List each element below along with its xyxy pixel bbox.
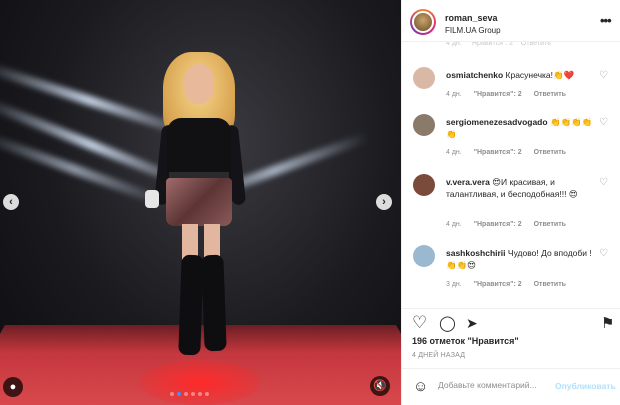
post-media[interactable]: ‹ › ● 🔇 <box>0 0 401 405</box>
comment-text: sashkoshchirii Чудово! До вподоби !👏👏😍 <box>446 247 594 271</box>
avatar[interactable] <box>413 174 435 196</box>
post-author-subtitle[interactable]: FILM.UA Group <box>445 26 501 35</box>
next-slide-button[interactable]: › <box>376 194 392 210</box>
comment-username[interactable]: v.vera.vera <box>446 177 490 187</box>
stage-floor-glow <box>140 360 260 405</box>
post-header: roman_seva FILM.UA Group ••• <box>402 0 620 42</box>
comment-text: sergiomenezesadvogado 👏👏👏👏👏 <box>446 116 594 140</box>
avatar[interactable] <box>413 67 435 89</box>
performer-top <box>167 118 231 180</box>
like-icon[interactable]: ♡ <box>412 313 427 333</box>
comment-meta: 4 дн. "Нравится": 2 Ответить <box>446 149 576 156</box>
comment-username[interactable]: osmiatchenko <box>446 70 503 80</box>
reply-button[interactable]: Ответить <box>534 149 566 156</box>
carousel-dot <box>205 392 209 396</box>
like-comment-icon[interactable]: ♡ <box>599 70 608 81</box>
performer-boot <box>178 254 204 356</box>
microphone <box>145 190 159 208</box>
comment-text: osmiatchenko Красунечка!👏❤️ <box>446 69 594 81</box>
carousel-dots <box>170 392 209 396</box>
share-icon[interactable]: ➤ <box>466 315 478 332</box>
comment-time[interactable]: 4 дн. <box>446 91 462 98</box>
comments-list: 4 дн. "Нравится": 2 Ответить osmiatchenk… <box>402 42 620 308</box>
post-sidebar: roman_seva FILM.UA Group ••• 4 дн. "Нрав… <box>401 0 620 405</box>
reply-button[interactable]: Ответить <box>534 91 566 98</box>
carousel-dot <box>198 392 202 396</box>
comment-time[interactable]: 3 дн. <box>446 281 462 288</box>
previous-slide-button[interactable]: ‹ <box>3 194 19 210</box>
like-comment-icon[interactable]: ♡ <box>599 117 608 128</box>
comment-username[interactable]: sashkoshchirii <box>446 248 506 258</box>
emoji-icon[interactable]: ☺ <box>413 378 428 395</box>
comment-meta: 3 дн. "Нравится": 2 Ответить <box>446 281 576 288</box>
likes-count[interactable]: 196 отметок "Нравится" <box>412 336 519 346</box>
like-comment-icon[interactable]: ♡ <box>599 177 608 188</box>
post-time-ago[interactable]: 4 ДНЕЙ НАЗАД <box>412 352 465 359</box>
comment-username[interactable]: sergiomenezesadvogado <box>446 117 548 127</box>
comment-likes[interactable]: "Нравится": 2 <box>474 91 522 98</box>
comment-time[interactable]: 4 дн. <box>446 221 462 228</box>
add-comment-bar: ☺ Опубликовать <box>402 368 620 405</box>
comment-icon[interactable]: ◯ <box>439 314 456 332</box>
comment-meta: 4 дн. "Нравится": 2 Ответить <box>446 91 576 98</box>
comment-content: Красунечка!👏❤️ <box>505 70 575 80</box>
comment-time[interactable]: 4 дн. <box>446 149 462 156</box>
reply-button[interactable]: Ответить <box>534 221 566 228</box>
avatar[interactable] <box>413 245 435 267</box>
carousel-dot <box>184 392 188 396</box>
carousel-dot <box>191 392 195 396</box>
carousel-dot <box>170 392 174 396</box>
post-author-username[interactable]: roman_seva <box>445 13 498 23</box>
performer-boot <box>201 254 227 352</box>
save-icon[interactable]: ⚑ <box>601 314 614 332</box>
comment-likes[interactable]: "Нравится": 2 <box>474 221 522 228</box>
carousel-dot <box>177 392 181 396</box>
performer-skirt <box>166 178 232 226</box>
more-options-icon[interactable]: ••• <box>600 13 612 28</box>
comment-meta: 4 дн. "Нравится": 2 Ответить <box>446 221 576 228</box>
avatar[interactable] <box>413 114 435 136</box>
performer-face <box>184 64 214 104</box>
comment-text: v.vera.vera 😍И красивая, и талантливая, … <box>446 176 594 200</box>
mute-icon[interactable]: 🔇 <box>370 376 390 396</box>
tagged-user-icon[interactable]: ● <box>3 377 23 397</box>
cut-off-comment-meta: 4 дн. "Нравится": 2 Ответить <box>446 42 551 47</box>
like-comment-icon[interactable]: ♡ <box>599 248 608 259</box>
comment-likes[interactable]: "Нравится": 2 <box>474 149 522 156</box>
publish-comment-button[interactable]: Опубликовать <box>555 381 616 391</box>
comment-likes[interactable]: "Нравится": 2 <box>474 281 522 288</box>
reply-button[interactable]: Ответить <box>534 281 566 288</box>
comment-input[interactable] <box>438 380 556 390</box>
avatar[interactable] <box>410 9 436 35</box>
